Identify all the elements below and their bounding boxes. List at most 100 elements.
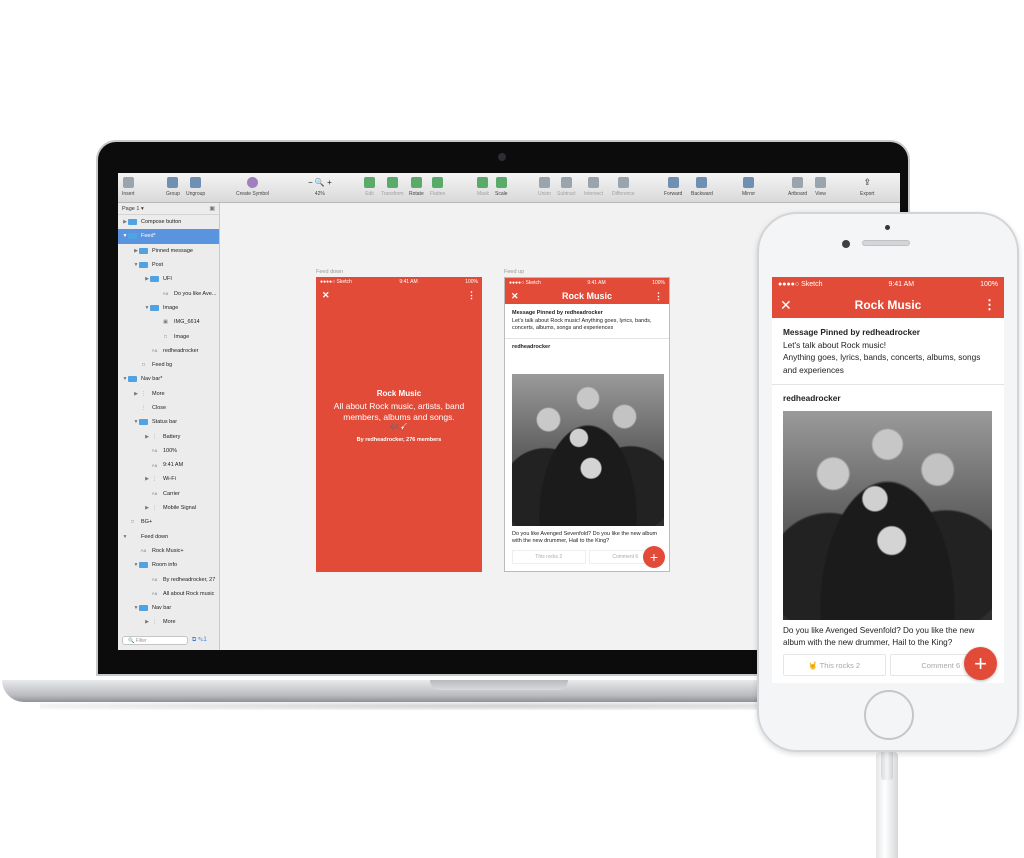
nav-bar: ✕ Rock Music ⋮	[772, 292, 1004, 318]
create-symbol-button[interactable]: Create Symbol	[236, 177, 269, 197]
forward-button[interactable]: Forward	[664, 177, 682, 197]
home-button[interactable]	[864, 690, 914, 740]
union-button[interactable]: Union	[538, 177, 551, 197]
this-rocks-button[interactable]: This rocks 2	[512, 550, 586, 564]
view-button[interactable]: View	[815, 177, 826, 197]
mirror-button[interactable]: Mirror	[742, 177, 755, 197]
room-title: Rock Music	[376, 389, 422, 398]
close-icon[interactable]: ✕	[780, 297, 800, 314]
layer-item[interactable]: □ BG+	[118, 515, 219, 529]
layer-label: Pinned message	[152, 247, 193, 254]
layer-item[interactable]: □ Feed bg	[118, 358, 219, 372]
layer-item[interactable]: ▶ Pinned message	[118, 244, 219, 258]
layer-item[interactable]: Aa 9:41 AM	[118, 458, 219, 472]
compose-button[interactable]: +	[643, 546, 665, 568]
more-icon[interactable]: ⋮	[983, 297, 996, 313]
layer-label: Feed bg	[152, 362, 173, 369]
subtract-icon	[560, 177, 572, 188]
music-emoji: 🎶🎸	[390, 424, 408, 431]
layer-item[interactable]: ▼ Nav bar	[118, 601, 219, 615]
artboard-label-feed-up[interactable]: Feed up	[504, 269, 524, 275]
folder-layer-icon	[139, 562, 148, 569]
text-layer-icon: Aa	[151, 577, 158, 583]
layer-label: Feed*	[141, 233, 156, 240]
front-camera	[842, 240, 850, 248]
layer-item[interactable]: ▼ Nav bar*	[118, 372, 219, 386]
layer-item[interactable]: Aa Carrier	[118, 487, 219, 501]
layer-item[interactable]: □ Image	[118, 329, 219, 343]
layer-item[interactable]: Aa Rock Music+	[118, 544, 219, 558]
layer-label: UFI	[163, 276, 172, 283]
difference-button[interactable]: Difference	[612, 177, 635, 197]
folder-layer-icon	[128, 376, 137, 383]
scale-button[interactable]: Scale	[495, 177, 508, 197]
mirror-icon	[743, 177, 755, 188]
layer-label: Compose button	[141, 219, 182, 226]
this-rocks-button[interactable]: 🤘 This rocks 2	[783, 654, 886, 676]
layer-item[interactable]: ▼ Feed down	[118, 530, 219, 544]
layer-item[interactable]: ▶ Compose button	[118, 215, 219, 229]
insert-button[interactable]: Insert	[122, 177, 135, 197]
layer-item[interactable]: Aa 100%	[118, 444, 219, 458]
layer-item[interactable]: Aa All about Rock music	[118, 587, 219, 601]
insert-icon	[122, 177, 134, 188]
rotate-button[interactable]: Rotate	[409, 177, 424, 197]
artboard-label-feed-down[interactable]: Feed down	[316, 269, 343, 275]
layer-item[interactable]: ▼ Status bar	[118, 415, 219, 429]
layer-label: IMG_6614	[174, 319, 200, 326]
layer-item[interactable]: ▼ Post	[118, 258, 219, 272]
layer-item[interactable]: ▼ Feed*	[118, 229, 219, 244]
layer-item[interactable]: ▶ ⋮ More	[118, 615, 219, 629]
sidebar-tools-icon[interactable]: ⧉ ✎1	[192, 637, 207, 644]
pinned-line-1: Let's talk about Rock music!	[783, 339, 887, 350]
page-selector[interactable]: Page 1 ▾ ▣	[118, 203, 219, 215]
layer-item[interactable]: ⋮ Close	[118, 401, 219, 415]
zoom-control[interactable]: − 🔍 +42%	[308, 177, 332, 197]
layer-label: Wi-Fi	[163, 476, 176, 483]
pinned-message: Message Pinned by redheadrocker Let's ta…	[512, 310, 652, 331]
edit-button[interactable]: Edit	[364, 177, 375, 197]
compose-button[interactable]: +	[964, 647, 997, 680]
layer-item[interactable]: Aa redheadrocker	[118, 344, 219, 358]
layer-item[interactable]: Aa By redheadrocker, 27	[118, 572, 219, 586]
folder-layer-icon	[150, 304, 159, 311]
ungroup-button[interactable]: Ungroup	[186, 177, 205, 197]
battery-text: 100%	[980, 281, 998, 288]
nav-bar: ✕ Rock Music ⋮	[505, 288, 669, 304]
subtract-button[interactable]: Subtract	[557, 177, 576, 197]
group-button[interactable]: Group	[166, 177, 180, 197]
backward-button[interactable]: Backward	[691, 177, 713, 197]
layer-item[interactable]: ▶ ⋮ Mobile Signal	[118, 501, 219, 515]
layer-item[interactable]: ▶ UFI	[118, 272, 219, 286]
layer-item[interactable]: ▶ ⋮ Battery	[118, 429, 219, 443]
post-author[interactable]: redheadrocker	[772, 385, 1004, 403]
layer-filter-input[interactable]: 🔍 Filter	[122, 636, 188, 645]
layer-item[interactable]: ▼ Image	[118, 301, 219, 315]
flatten-button[interactable]: Flatten	[430, 177, 445, 197]
folder-layer-icon	[139, 605, 148, 612]
rotate-icon	[410, 177, 422, 188]
artboard-feed-up[interactable]: ●●●●○ Sketch 9:41 AM 100% ✕ Rock Music ⋮…	[504, 277, 670, 572]
layer-label: Rock Music+	[152, 547, 184, 554]
layer-label: Status bar	[152, 419, 178, 426]
transform-button[interactable]: Transform	[381, 177, 404, 197]
folder-layer-icon	[139, 247, 148, 254]
mask-button[interactable]: Mask	[477, 177, 489, 197]
layer-item[interactable]: ▼ Room info	[118, 558, 219, 572]
status-bar: ●●●●○ Sketch 9:41 AM 100%	[772, 277, 1004, 292]
layer-item[interactable]: Aa Do you like Ave...	[118, 286, 219, 300]
artboard-button[interactable]: Artboard	[788, 177, 807, 197]
layer-item[interactable]: ▶ ⋮ Wi-Fi	[118, 472, 219, 486]
layer-item[interactable]: ▣ IMG_6614	[118, 315, 219, 329]
artboard-icon	[792, 177, 804, 188]
flatten-icon	[432, 177, 444, 188]
room-info: Rock Music All about Rock music, artists…	[330, 389, 468, 443]
post-image[interactable]	[783, 411, 992, 620]
intersect-button[interactable]: Intersect	[584, 177, 603, 197]
scale-icon	[495, 177, 507, 188]
collapse-icon[interactable]: ▣	[209, 205, 215, 212]
layer-item[interactable]: ▶ ⋮ More	[118, 387, 219, 401]
artboard-feed-down[interactable]: ●●●●○ Sketch 9:41 AM 100% ✕ ⋮ Rock Music…	[316, 277, 482, 572]
symbol-icon	[247, 177, 259, 188]
export-button[interactable]: ⇪ Export	[860, 177, 874, 197]
